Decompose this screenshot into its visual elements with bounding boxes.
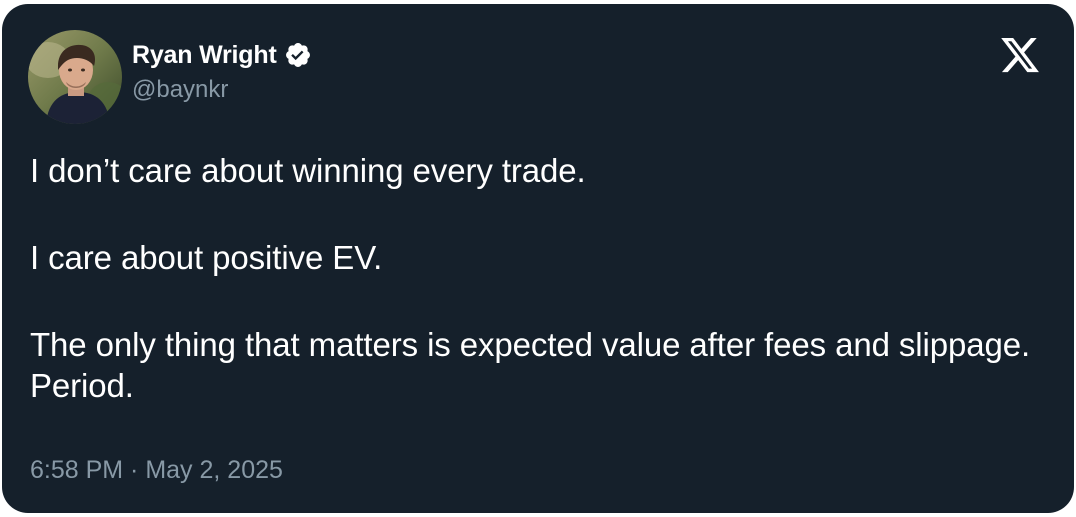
tweet-paragraph: The only thing that matters is expected …	[30, 326, 1031, 404]
x-logo-icon[interactable]	[998, 34, 1042, 76]
handle[interactable]: @baynkr	[132, 76, 312, 104]
name-row: Ryan Wright	[132, 38, 312, 72]
tweet-paragraph: I don’t care about winning every trade.	[30, 152, 586, 189]
verified-badge-icon	[284, 41, 312, 69]
tweet-paragraph: I care about positive EV.	[30, 239, 383, 276]
tweet-text: I don’t care about winning every trade. …	[30, 150, 1040, 406]
timestamp[interactable]: 6:58 PM · May 2, 2025	[30, 456, 283, 485]
author-block: Ryan Wright @baynkr	[132, 38, 312, 104]
display-name[interactable]: Ryan Wright	[132, 41, 277, 70]
avatar[interactable]	[28, 30, 122, 124]
avatar-image	[28, 30, 122, 124]
tweet-card: Ryan Wright @baynkr I don’t care about w…	[2, 4, 1074, 513]
